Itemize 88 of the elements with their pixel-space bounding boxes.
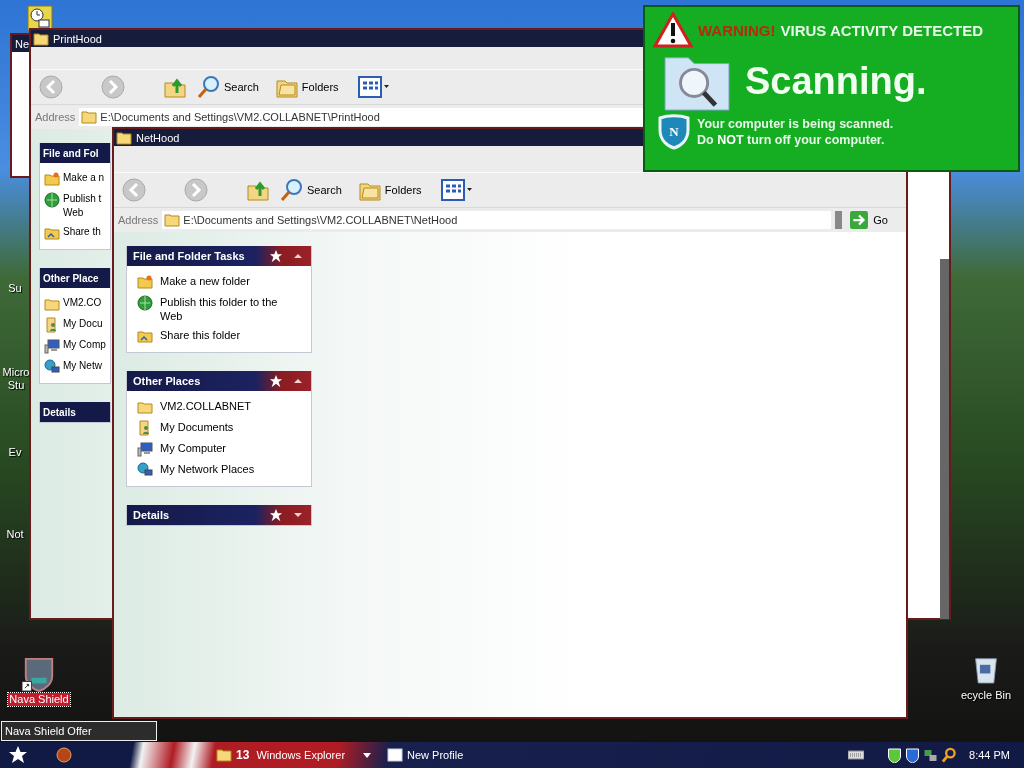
taskbar-group-button[interactable]: 13 Windows Explorer — [212, 744, 376, 766]
folder-icon — [216, 747, 232, 763]
task-link[interactable]: My Network Places — [160, 462, 255, 476]
window-title: Ne — [15, 37, 30, 50]
task-link[interactable]: My Docu — [63, 317, 103, 331]
shield-icon[interactable] — [887, 747, 903, 763]
folders-button[interactable]: Folders — [268, 75, 345, 99]
star-icon — [269, 374, 283, 388]
task-link[interactable]: My Computer — [160, 441, 227, 455]
task-link[interactable]: My Netw — [63, 359, 102, 373]
task-link[interactable]: VM2.COLLABNET — [160, 399, 252, 413]
go-button[interactable]: Go — [846, 211, 902, 229]
keyboard-icon[interactable] — [848, 750, 865, 760]
address-field[interactable]: E:\Documents and Settings\VM2.COLLABNET\NetHood — [162, 211, 832, 229]
recycle-bin-icon[interactable] — [973, 655, 999, 685]
window-title: NetHood — [136, 131, 180, 144]
folder-icon — [81, 109, 98, 125]
task-link[interactable]: My Comp — [63, 338, 106, 352]
globe-icon — [137, 295, 153, 311]
window-title: PrintHood — [53, 32, 102, 45]
desktop-icon-label[interactable]: Nava Shield — [8, 693, 70, 706]
shield-icon[interactable] — [905, 747, 921, 763]
clock-document-icon[interactable] — [27, 5, 53, 31]
address-label: Address — [35, 111, 76, 123]
panel-header[interactable]: Other Places — [127, 371, 311, 391]
task-link[interactable]: Publish t Web — [63, 192, 102, 220]
folder-icon — [164, 212, 181, 228]
panel-title[interactable]: Other Places — [133, 375, 269, 387]
globe-icon — [44, 192, 60, 208]
window-icon — [387, 747, 404, 763]
clock: 8:44 PM — [969, 749, 1010, 761]
expand-chevron-icon[interactable] — [293, 512, 303, 518]
panel-header[interactable]: Details — [127, 505, 311, 525]
task-link[interactable]: Make a new folder — [160, 274, 250, 288]
panel-title[interactable]: File and Folder Tasks — [133, 250, 269, 262]
star-icon — [269, 508, 283, 522]
task-link[interactable]: VM2.CO — [63, 296, 102, 310]
scan-message: Your computer is being scanned. — [697, 117, 894, 131]
scrollbar-thumb[interactable] — [940, 259, 949, 619]
collapse-chevron-icon[interactable] — [293, 253, 303, 259]
search-button[interactable]: Search — [274, 178, 348, 202]
views-icon[interactable] — [356, 76, 391, 98]
new-folder-icon — [44, 171, 60, 187]
warning-icon — [653, 12, 693, 48]
desktop-icon-label[interactable]: Su — [7, 282, 23, 295]
task-link[interactable]: Make a n — [63, 171, 105, 185]
warning-headline: VIRUS ACTIVITY DETECTED — [780, 21, 984, 39]
folder-icon — [137, 399, 153, 415]
network-icon[interactable] — [923, 747, 939, 763]
new-folder-icon — [137, 274, 153, 290]
logo-letter: N — [669, 124, 679, 139]
panel-header[interactable]: File and Folder Tasks — [127, 246, 311, 266]
panel-title[interactable]: Details — [133, 509, 269, 521]
desktop-icon-label[interactable]: ecycle Bin — [959, 689, 1013, 702]
search-button[interactable]: Search — [191, 75, 265, 99]
star-icon — [269, 249, 283, 263]
search-icon — [197, 75, 221, 99]
scanning-status: Scanning. — [745, 59, 927, 103]
warning-label: WARNING! — [698, 21, 776, 39]
tooltip: Nava Shield Offer — [1, 721, 157, 741]
task-link[interactable]: Share this folder — [160, 328, 241, 342]
computer-icon — [44, 338, 60, 354]
search-icon — [280, 178, 304, 202]
shared-folder-icon — [44, 225, 60, 241]
computer-icon — [137, 441, 153, 457]
taskbar-button[interactable]: New Profile — [383, 744, 468, 766]
shared-folder-icon — [137, 328, 153, 344]
collapse-chevron-icon[interactable] — [293, 378, 303, 384]
network-places-icon — [44, 359, 60, 375]
desktop-icon-label[interactable]: Not — [5, 528, 25, 541]
address-label: Address — [118, 214, 159, 226]
shield-shortcut-icon[interactable] — [22, 655, 56, 693]
task-link[interactable]: Share th — [63, 225, 101, 239]
orb-icon[interactable] — [56, 747, 72, 763]
start-star-icon[interactable] — [8, 745, 28, 765]
network-places-icon — [137, 462, 153, 478]
desktop-icon-label[interactable]: Micro Stu — [1, 366, 31, 392]
desktop-icon-label[interactable]: Ev — [7, 446, 23, 459]
caret-icon — [363, 752, 372, 758]
arrow-right-icon — [850, 211, 869, 229]
magnifier-icon[interactable] — [941, 747, 957, 763]
folders-button[interactable]: Folders — [351, 178, 428, 202]
folder-icon — [44, 296, 60, 312]
scan-warning-message: Do NOT turn off your computer. — [697, 133, 886, 147]
dropdown-handle[interactable] — [835, 211, 843, 229]
task-link[interactable]: Publish this folder to the Web — [160, 295, 285, 323]
views-icon[interactable] — [439, 179, 474, 201]
task-link[interactable]: My Documents — [160, 420, 234, 434]
